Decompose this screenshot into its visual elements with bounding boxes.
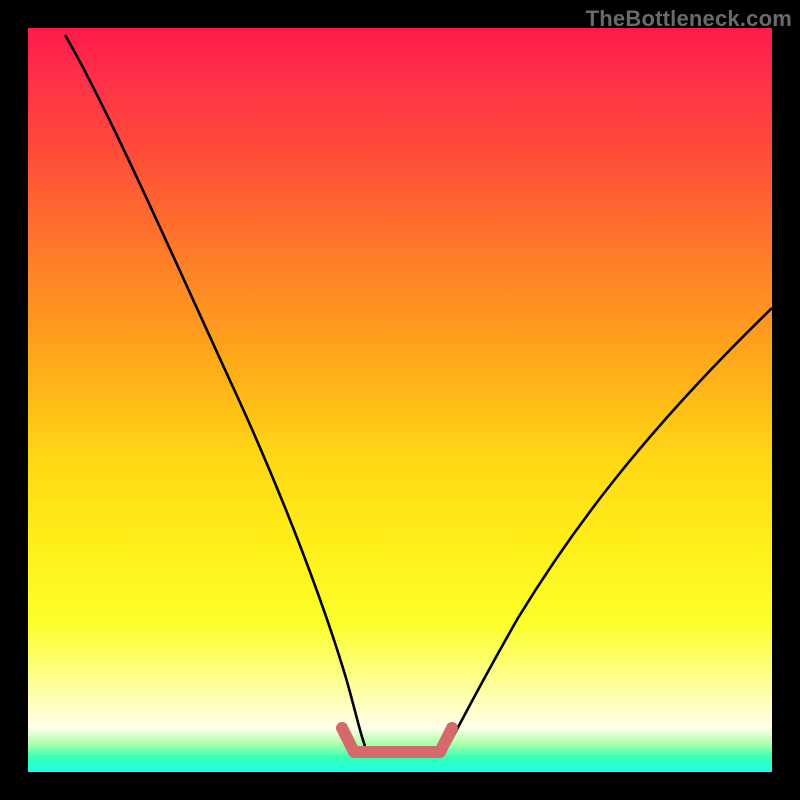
curve-right — [448, 308, 772, 746]
gradient-plot-area — [28, 28, 772, 772]
curve-left — [65, 35, 365, 746]
plot-svg — [28, 28, 772, 772]
watermark: TheBottleneck.com — [586, 6, 792, 32]
bracket — [342, 728, 452, 752]
